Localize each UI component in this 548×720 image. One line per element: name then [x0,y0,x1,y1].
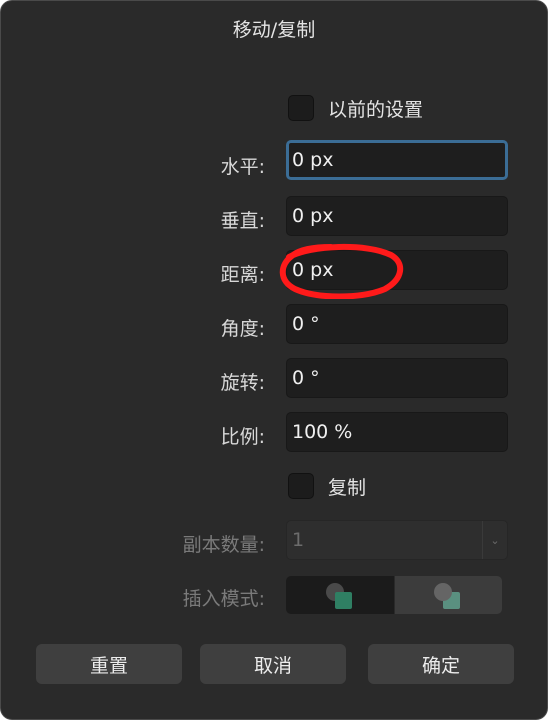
insert-mode-back-button[interactable] [393,576,502,614]
horizontal-value: 0 px [292,149,334,171]
insert-mode-front-button[interactable] [286,576,394,614]
previous-settings-checkbox[interactable] [288,95,314,121]
copies-value: 1 [292,529,305,551]
copy-row[interactable]: 复制 [288,472,366,500]
insert-mode-label: 插入模式: [182,588,265,610]
scale-label: 比例: [220,426,265,448]
angle-value: 0 ° [292,313,320,335]
previous-settings-row[interactable]: 以前的设置 [288,94,423,122]
reset-button[interactable]: 重置 [36,644,182,684]
horizontal-label: 水平: [220,156,265,178]
chevron-down-icon: ⌄ [482,521,507,559]
angle-label: 角度: [220,318,265,340]
angle-input[interactable]: 0 ° [286,304,508,344]
ok-button[interactable]: 确定 [368,644,514,684]
vertical-value: 0 px [292,205,334,227]
vertical-input[interactable]: 0 px [286,196,508,236]
copy-label: 复制 [328,476,367,499]
previous-settings-label: 以前的设置 [328,98,424,121]
overlap-front-icon [325,583,352,609]
distance-label: 距离: [220,264,265,286]
distance-value: 0 px [292,259,334,281]
horizontal-input[interactable]: 0 px [286,140,508,180]
scale-input[interactable]: 100 % [286,412,508,452]
move-copy-dialog: 移动/复制 以前的设置 水平: 0 px 垂直: 0 px 距离: 0 px 角… [0,0,548,720]
copy-checkbox[interactable] [288,473,314,499]
copies-select[interactable]: 1 ⌄ [286,520,508,560]
scale-value: 100 % [292,421,353,443]
copies-label: 副本数量: [182,534,265,556]
rotation-label: 旋转: [220,372,265,394]
rotation-input[interactable]: 0 ° [286,358,508,398]
cancel-button[interactable]: 取消 [200,644,346,684]
overlap-back-icon [434,583,461,609]
rotation-value: 0 ° [292,367,320,389]
vertical-label: 垂直: [220,210,265,232]
distance-input[interactable]: 0 px [286,250,508,290]
insert-mode-segmented-control[interactable] [286,576,502,614]
dialog-title: 移动/复制 [232,19,316,41]
